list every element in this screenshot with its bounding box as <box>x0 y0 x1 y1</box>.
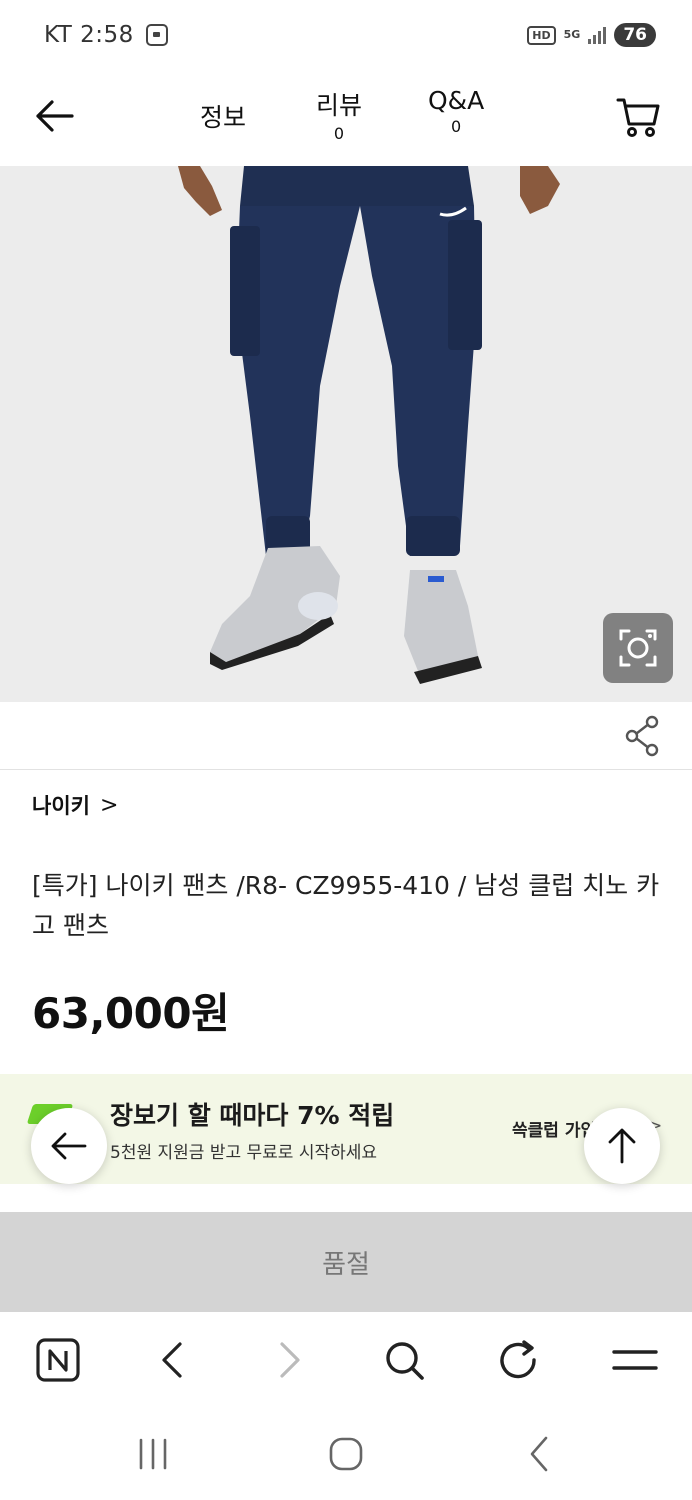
browser-forward-button[interactable] <box>264 1336 314 1386</box>
recents-icon <box>139 1438 167 1470</box>
tab-qa-label: Q&A <box>428 86 485 115</box>
chevron-right-icon: > <box>99 792 119 818</box>
tab-qa-count: 0 <box>451 117 462 136</box>
brand-name: 나이키 <box>32 794 90 818</box>
camera-lens-icon <box>619 629 657 667</box>
arrow-left-icon <box>36 100 74 132</box>
share-icon <box>625 715 659 757</box>
hamburger-icon <box>612 1350 658 1370</box>
browser-toolbar <box>0 1312 692 1410</box>
browser-menu-button[interactable] <box>610 1336 660 1386</box>
scroll-top-button[interactable] <box>584 1108 660 1184</box>
tab-qa[interactable]: Q&A 0 <box>428 86 484 136</box>
share-button[interactable] <box>622 714 662 758</box>
recents-button[interactable] <box>131 1432 175 1476</box>
chevron-left-icon <box>162 1342 182 1378</box>
tab-review-count: 0 <box>333 124 345 143</box>
signal-icon <box>588 26 607 44</box>
status-bar: KT 2:58 HD 5G 76 <box>0 0 692 70</box>
system-back-icon <box>530 1436 548 1472</box>
system-back-button[interactable] <box>518 1432 562 1476</box>
tab-review[interactable]: 리뷰 0 <box>316 86 362 143</box>
brand-link[interactable]: 나이키 > <box>32 790 118 820</box>
lens-search-button[interactable] <box>603 613 673 683</box>
tab-review-label: 리뷰 <box>316 91 363 120</box>
promo-subtext: 5천원 지원금 받고 무료로 시작하세요 <box>110 1143 378 1163</box>
browser-search-button[interactable] <box>380 1336 430 1386</box>
floating-back-button[interactable] <box>31 1108 107 1184</box>
tab-info-label: 정보 <box>200 103 247 132</box>
product-title: [특가] 나이키 팬츠 /R8- CZ9955-410 / 남성 클럽 치노 카… <box>32 871 660 940</box>
battery-indicator: 76 <box>614 23 656 47</box>
product-photo-pants <box>0 166 692 702</box>
soldout-button: 품절 <box>0 1212 692 1312</box>
reload-icon <box>500 1340 536 1379</box>
back-button[interactable] <box>30 92 78 140</box>
5g-icon: 5G <box>563 28 581 41</box>
arrow-up-icon <box>608 1128 636 1164</box>
share-row <box>0 702 692 770</box>
browser-reload-button[interactable] <box>494 1336 544 1386</box>
product-image[interactable] <box>0 166 692 702</box>
chevron-right-icon <box>280 1342 300 1378</box>
arrow-left-icon <box>51 1132 87 1160</box>
screenshot-notification-icon <box>145 24 168 46</box>
hd-icon: HD <box>527 25 556 45</box>
cart-icon <box>616 98 660 137</box>
browser-back-button[interactable] <box>148 1336 198 1386</box>
cart-button[interactable] <box>612 90 664 142</box>
product-price: 63,000원 <box>32 989 230 1038</box>
system-navigation-bar <box>0 1410 692 1500</box>
carrier-time: KT 2:58 <box>44 22 134 48</box>
status-right: HD 5G 76 <box>527 23 656 47</box>
product-header: 정보 리뷰 0 Q&A 0 <box>0 70 692 166</box>
search-icon <box>386 1342 424 1380</box>
promo-headline: 장보기 할 때마다 7% 적립 <box>110 1101 395 1130</box>
soldout-label: 품절 <box>322 1249 370 1280</box>
home-icon <box>329 1437 363 1471</box>
naver-home-button[interactable] <box>34 1336 84 1386</box>
home-button[interactable] <box>324 1432 368 1476</box>
tab-info[interactable]: 정보 <box>200 98 246 134</box>
naver-n-icon <box>36 1338 80 1382</box>
